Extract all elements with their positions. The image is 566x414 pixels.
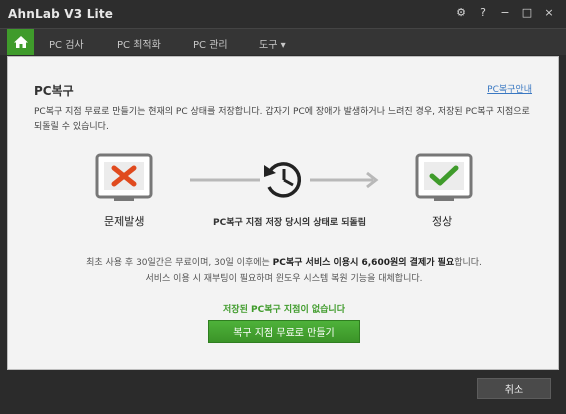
monitor-error-icon (95, 153, 153, 201)
home-icon (13, 36, 28, 48)
menu-pc-optimize[interactable]: PC 최적화 (117, 36, 161, 51)
app-title: AhnLab V3 Lite (8, 7, 114, 21)
minimize-icon[interactable]: − (498, 6, 512, 20)
window-controls: ⚙ ? − □ × (454, 6, 556, 20)
home-button[interactable] (7, 29, 34, 55)
restore-clock-icon (264, 162, 302, 198)
page-description: PC복구 지점 무료로 만들기는 현재의 PC 상태를 저장합니다. 갑자기 P… (34, 107, 530, 132)
payment-notice: PC복구 서비스 이용시 6,600원의 결제가 필요 (272, 258, 455, 268)
create-restore-point-button[interactable]: 복구 지점 무료로 만들기 (208, 320, 360, 343)
menu-tools[interactable]: 도구 ▾ (259, 36, 286, 51)
no-restore-point-warning: 저장된 PC복구 지점이 없습니다 (223, 305, 345, 315)
restore-diagram: 문제발생 PC복구 지점 저장 당시의 상태로 되돌림 정상 (8, 147, 560, 267)
settings-icon[interactable]: ⚙ (454, 6, 468, 20)
menu-bar: PC 검사 PC 최적화 PC 관리 도구 ▾ (0, 28, 566, 55)
maximize-icon[interactable]: □ (520, 6, 534, 20)
service-info: 최초 사용 후 30일간은 무료이며, 30일 이후에는 PC복구 서비스 이용… (8, 255, 560, 287)
guide-link[interactable]: PC복구안내 (487, 82, 532, 95)
bottom-bar: 취소 (0, 370, 566, 414)
service-info-line2: 서비스 이용 시 재부팅이 필요하며 윈도우 시스템 복원 기능을 대체합니다. (145, 274, 423, 284)
problem-label: 문제발생 (104, 215, 145, 228)
content-panel: PC복구 PC복구안내 PC복구 지점 무료로 만들기는 현재의 PC 상태를 … (7, 56, 559, 370)
normal-label: 정상 (432, 215, 453, 228)
close-icon[interactable]: × (542, 6, 556, 20)
menu-pc-manage[interactable]: PC 관리 (193, 36, 228, 51)
diagram-graphic (95, 153, 473, 201)
help-icon[interactable]: ? (476, 6, 490, 20)
service-info-line1: 최초 사용 후 30일간은 무료이며, 30일 이후에는 PC복구 서비스 이용… (86, 258, 482, 268)
page-title: PC복구 (34, 84, 74, 98)
monitor-ok-icon (415, 153, 473, 201)
restore-label: PC복구 지점 저장 당시의 상태로 되돌림 (213, 218, 367, 228)
title-bar: AhnLab V3 Lite ⚙ ? − □ × (0, 0, 566, 28)
menu-pc-scan[interactable]: PC 검사 (49, 36, 84, 51)
cancel-button[interactable]: 취소 (477, 378, 551, 399)
